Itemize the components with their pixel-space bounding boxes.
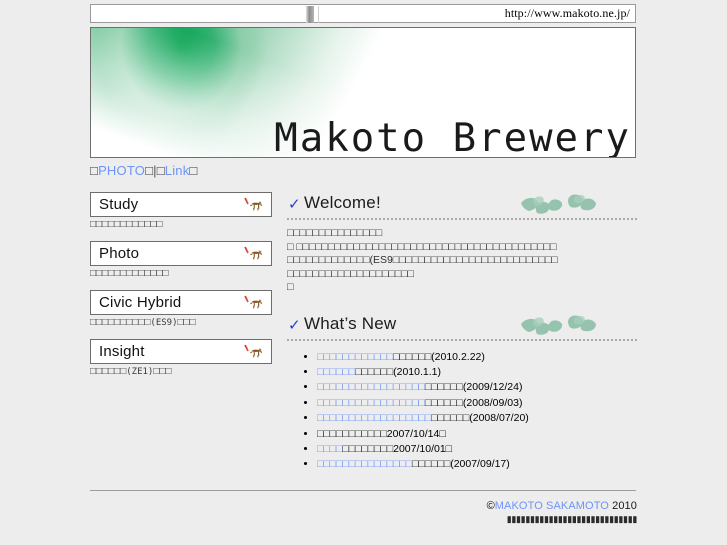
list-item[interactable]: □□□□□□□□□□□□2007/10/01□	[317, 442, 637, 457]
list-item[interactable]: □□□□□□□□□□□□□□□□□□□□□□□(2009/12/24)	[317, 380, 637, 395]
page-root: http://www.makoto.ne.jp/ Makoto Brewery …	[0, 0, 727, 545]
ginkgo-leaf-icon	[511, 313, 601, 339]
footer: ©MAKOTO SAKAMOTO 2010 ▮▮▮▮▮▮▮▮▮▮▮▮▮▮▮▮▮▮…	[277, 500, 638, 525]
news-date: (2008/09/03)	[462, 396, 523, 409]
sidebar-item-study-caption: □□□□□□□□□□□□	[90, 219, 163, 230]
cat-icon	[243, 344, 265, 360]
list-item[interactable]: □□□□□□□□□□□□□□□□□□(2010.2.22)	[317, 350, 637, 365]
news-date: (2008/07/20)	[469, 412, 529, 425]
check-icon: ✓	[288, 196, 301, 213]
welcome-body: □□□□□□□□□□□□□□□ □ □□□□□□□□□□□□□□□□□□□□□□…	[287, 227, 637, 295]
news-date: (2007/09/17)	[450, 458, 510, 471]
caption-pre: □□□□□□	[90, 366, 127, 377]
sidebar-item-insight[interactable]: Insight □□□□□□(ZE1)□□□	[90, 339, 272, 377]
news-text: □□□□□□	[431, 412, 470, 425]
sidebar-item-civic-hybrid-label: Civic Hybrid	[99, 294, 182, 311]
sidebar-item-photo[interactable]: Photo □□□□□□□□□□□□□	[90, 241, 272, 279]
news-date: 2007/10/14□	[386, 427, 446, 440]
cat-icon	[243, 246, 265, 262]
ginkgo-leaf-icon	[511, 192, 601, 218]
news-list: □□□□□□□□□□□□□□□□□□(2010.2.22) □□□□□□□□□□…	[287, 350, 637, 473]
nav-bracket-open: □	[90, 163, 99, 178]
whats-new-title: What’s New	[304, 313, 397, 333]
list-item[interactable]: □□□□□□□□□□□2007/10/14□	[317, 427, 637, 442]
news-link[interactable]: □□□□□□□□□□□□□□□□□	[317, 397, 425, 409]
news-date: (2010.2.22)	[431, 350, 485, 363]
caption-pre: □□□□□□□□□□	[90, 317, 151, 328]
sidebar: Study □□□□□□□□□□□□ Photo □□□□□□□□□□□□□ C…	[90, 192, 272, 388]
sidebar-item-photo-label: Photo	[99, 245, 140, 262]
welcome-heading: ✓ Welcome!	[287, 192, 637, 220]
caption-post: □□□	[177, 317, 196, 328]
nav-bracket-close-2: □	[189, 163, 198, 178]
copyright-year: 2010	[612, 500, 637, 512]
news-date: 2007/10/01□	[393, 442, 453, 455]
sidebar-item-insight-label: Insight	[99, 343, 145, 360]
site-title: Makoto Brewery	[274, 116, 631, 158]
site-banner: Makoto Brewery	[90, 27, 636, 158]
caption-post: □□□	[153, 366, 172, 377]
nav-bracket-open-2: □	[156, 163, 165, 178]
news-text: □□□□□□	[424, 381, 463, 394]
copyright-owner[interactable]: MAKOTO SAKAMOTO	[495, 500, 609, 512]
sidebar-item-study-box[interactable]: Study	[90, 192, 272, 217]
nav-bracket-close: □	[145, 163, 154, 178]
news-date: (2010.1.1)	[393, 365, 441, 378]
sidebar-item-photo-box[interactable]: Photo	[90, 241, 272, 266]
check-icon: ✓	[288, 316, 301, 334]
news-text: □□□□□□	[355, 365, 394, 378]
sidebar-item-study[interactable]: Study □□□□□□□□□□□□	[90, 192, 272, 230]
news-link[interactable]: □□□□□□□□□□□□□□□□□□	[317, 412, 431, 424]
sidebar-item-photo-caption: □□□□□□□□□□□□□	[90, 268, 169, 279]
list-item[interactable]: □□□□□□□□□□□□□□□□□□□□□□□(2008/09/03)	[317, 396, 637, 411]
address-bar-handle[interactable]	[306, 6, 314, 23]
list-item[interactable]: □□□□□□□□□□□□□□□□□□□□□(2007/09/17)	[317, 457, 637, 472]
sidebar-item-civic-hybrid[interactable]: Civic Hybrid □□□□□□□□□□(ES9)□□□	[90, 290, 272, 328]
welcome-line-4: □□□□□□□□□□□□□□□□□□□□	[287, 267, 414, 280]
caption-code: (ZE1)	[126, 367, 154, 377]
list-item[interactable]: □□□□□□□□□□□□□□□□□□□□□□□□(2008/07/20)	[317, 411, 637, 426]
sidebar-item-study-label: Study	[99, 196, 139, 213]
url-text: http://www.makoto.ne.jp/	[504, 6, 630, 20]
footer-subtext: ▮▮▮▮▮▮▮▮▮▮▮▮▮▮▮▮▮▮▮▮▮▮▮▮▮▮▮▮	[506, 514, 638, 524]
news-link[interactable]: □□□□□□	[317, 366, 355, 378]
copyright-icon: ©	[486, 500, 495, 512]
nav-link-link[interactable]: Link	[165, 163, 190, 178]
sidebar-item-civic-hybrid-box[interactable]: Civic Hybrid	[90, 290, 272, 315]
news-text: □□□□□□	[412, 458, 451, 471]
welcome-line-5: □	[287, 281, 294, 293]
copyright-line: ©MAKOTO SAKAMOTO 2010	[277, 500, 637, 512]
welcome-line-1: □□□□□□□□□□□□□□□	[287, 227, 383, 239]
sidebar-item-insight-caption: □□□□□□(ZE1)□□□	[90, 366, 272, 377]
welcome-title: Welcome!	[304, 193, 381, 212]
top-navigation[interactable]: □PHOTO□|□Link□	[90, 163, 197, 178]
news-link[interactable]: □□□□□□□□□□□□	[317, 351, 393, 363]
main-content: ✓ Welcome! □□□□□□□□□□□□□□□ □ □□□□□□□□□□□…	[287, 192, 637, 473]
cat-icon	[243, 295, 265, 311]
address-bar-divider	[318, 6, 319, 23]
news-link[interactable]: □□□□	[317, 443, 342, 455]
footer-divider	[90, 490, 636, 491]
sidebar-item-civic-hybrid-caption: □□□□□□□□□□(ES9)□□□	[90, 317, 272, 328]
news-link[interactable]: □□□□□□□□□□□□□□□	[317, 458, 412, 470]
list-item[interactable]: □□□□□□□□□□□□(2010.1.1)	[317, 365, 637, 380]
news-text: □□□□□□□□	[342, 442, 394, 455]
address-bar[interactable]: http://www.makoto.ne.jp/	[90, 4, 636, 23]
welcome-line-2: □ □□□□□□□□□□□□□□□□□□□□□□□□□□□□□□□□□□□□□□…	[287, 240, 557, 253]
nav-link-photo[interactable]: PHOTO	[98, 163, 145, 178]
cat-icon	[243, 197, 265, 213]
whats-new-heading: ✓ What’s New	[287, 313, 637, 341]
news-link[interactable]: □□□□□□□□□□□□□□□□□	[317, 381, 425, 393]
news-text: □□□□□□	[393, 350, 432, 363]
caption-code: (ES9)	[150, 318, 178, 328]
welcome-line-3: □□□□□□□□□□□□□(ES9□□□□□□□□□□□□□□□□□□□□□□□…	[287, 254, 558, 266]
sidebar-item-insight-box[interactable]: Insight	[90, 339, 272, 364]
news-date: (2009/12/24)	[462, 381, 523, 394]
news-text: □□□□□□	[424, 396, 463, 409]
news-text: □□□□□□□□□□□	[317, 427, 387, 440]
